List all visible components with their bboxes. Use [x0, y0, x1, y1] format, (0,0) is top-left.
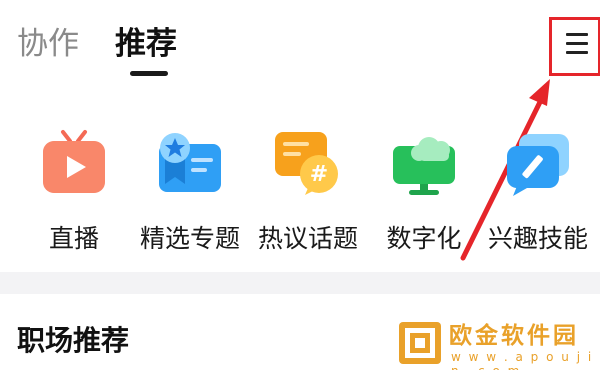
shortcut-digitalization[interactable]: 数字化: [364, 128, 484, 263]
section-divider: [0, 272, 600, 294]
tv-play-icon: [43, 130, 105, 193]
watermark: 欧金软件园 w w w . a p o u j i n . c o m: [399, 322, 595, 370]
annotation-highlight-box: [549, 17, 600, 76]
shortcut-featured-topics[interactable]: 精选专题: [130, 128, 250, 263]
shortcut-hot-topics[interactable]: # 热议话题: [248, 128, 368, 263]
shortcut-label: 热议话题: [257, 224, 358, 253]
shortcut-label: 精选专题: [139, 224, 240, 253]
watermark-logo-icon: [399, 322, 441, 364]
active-tab-indicator: [130, 71, 168, 76]
section-title: 职场推荐: [17, 324, 130, 357]
chat-hashtag-icon: #: [275, 132, 338, 195]
cloud-monitor-icon: [393, 137, 455, 195]
watermark-name: 欧金软件园: [449, 323, 579, 349]
chat-pen-icon: [507, 134, 569, 196]
shortcut-label: 直播: [48, 224, 99, 253]
star-badge-card-icon: [159, 133, 221, 192]
shortcut-live[interactable]: 直播: [14, 128, 134, 263]
top-tab-bar: 协作 推荐: [0, 0, 600, 90]
tab-collab[interactable]: 协作: [17, 24, 79, 64]
tab-recommend[interactable]: 推荐: [115, 24, 177, 64]
watermark-domain: w w w . a p o u j i n . c o m: [451, 350, 594, 370]
shortcut-label: 兴趣技能: [487, 224, 588, 253]
svg-text:#: #: [310, 162, 328, 187]
shortcut-label: 数字化: [386, 224, 462, 253]
shortcut-interest-skills[interactable]: 兴趣技能: [478, 128, 598, 263]
